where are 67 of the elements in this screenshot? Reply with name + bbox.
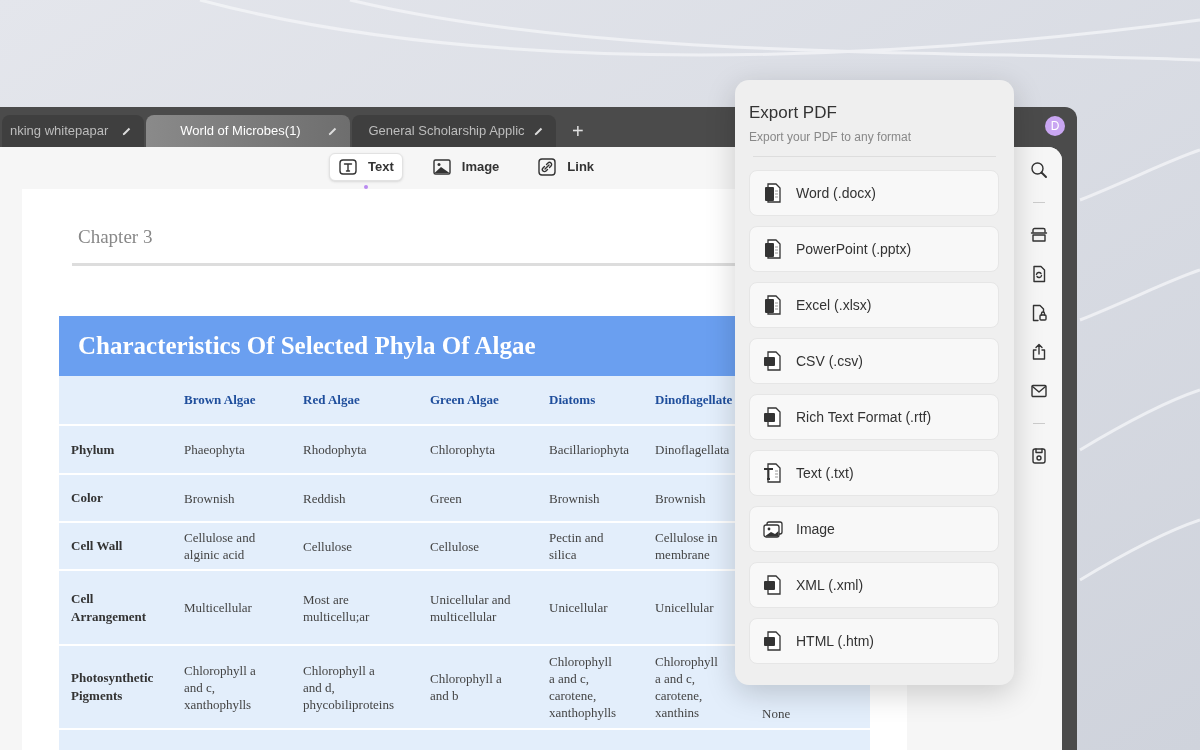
table-cell-text: Unicellular [548, 599, 609, 616]
export-option[interactable]: PowerPoint (.pptx) [749, 226, 999, 272]
table-cell-text: Cellulose and alginic acid [183, 529, 257, 563]
text-file-icon [762, 462, 784, 484]
table-cell-text: Dinoflagellata [654, 441, 731, 458]
table-cell-text: Cellulose [429, 537, 481, 555]
table-cell-text: None [761, 705, 792, 723]
chapter-heading: Chapter 3 [78, 225, 153, 249]
table-cell-text: Pectin and silica [548, 529, 605, 563]
row-label: Color [70, 489, 104, 507]
panel-title: Export PDF [749, 103, 838, 123]
export-option[interactable]: Text (.txt) [749, 450, 999, 496]
edit-tool-button[interactable]: Image [422, 153, 509, 181]
image-icon [762, 518, 784, 540]
table-cell-text: Chlorophyll a and c, carotene, xanthins [654, 653, 719, 721]
pencil-icon[interactable] [327, 125, 338, 137]
export-option[interactable]: Excel (.xlsx) [749, 282, 999, 328]
table-cell-text: Brownish [548, 489, 601, 507]
search-icon[interactable] [1029, 161, 1048, 179]
save-icon[interactable] [1029, 447, 1048, 465]
export-option[interactable]: Word (.docx) [749, 170, 999, 216]
panel-subtitle: Export your PDF to any format [749, 129, 913, 146]
export-option[interactable]: XML (.xml) [749, 562, 999, 608]
export-option[interactable]: CSV (.csv) [749, 338, 999, 384]
table-cell-text: Chlorophyll a and b [429, 670, 503, 704]
row-label: Cell Wall [70, 537, 124, 555]
table-cell-text: Green [429, 489, 463, 507]
export-option[interactable]: Rich Text Format (.rtf) [749, 394, 999, 440]
table-cell-text: Reddish [302, 489, 347, 507]
column-header: Diatoms [548, 391, 597, 410]
column-header: Dinoflagellate [654, 391, 734, 410]
table-cell-text: Cellulose [302, 537, 354, 555]
image-icon [431, 157, 452, 177]
table-cell-text: Chlorophyta [429, 441, 496, 458]
export-option[interactable]: HTML (.htm) [749, 618, 999, 664]
mail-icon[interactable] [1029, 382, 1048, 400]
table-cell-text: Multicellular [183, 599, 253, 616]
table-cell-text: Chlorophyll a and c, xanthophylls [183, 661, 257, 713]
table-cell-text: Brownish [183, 489, 236, 507]
table-cell-text: Bacillariophyta [548, 441, 631, 458]
table-cell-text: Chlorophyll a and d, phycobiliproteins [302, 661, 395, 713]
column-header: Green Algae [429, 391, 500, 410]
edit-tool-button[interactable]: Text [329, 153, 403, 181]
scan-icon[interactable] [1029, 226, 1048, 244]
pencil-icon[interactable] [533, 125, 544, 137]
document-tab[interactable]: World of Microbes(1) [146, 115, 350, 147]
new-tab-button[interactable]: + [572, 121, 584, 141]
row-label: Cell Arrangement [70, 589, 148, 626]
column-header: Brown Algae [183, 391, 257, 410]
document-tab[interactable]: General Scholarship Applic [352, 115, 556, 147]
pencil-icon[interactable] [121, 125, 132, 137]
row-label: Phylum [70, 440, 116, 459]
link-icon [537, 157, 558, 177]
table-cell-text: Cellulose in membrane [654, 529, 719, 563]
table-cell-text: Rhodophyta [302, 441, 368, 458]
export-option[interactable]: Image [749, 506, 999, 552]
document-tab[interactable]: nking whitepapar [2, 115, 144, 147]
table-cell-text: Phaeophyta [183, 441, 246, 458]
table-cell-text: Chlorophyll a and c, carotene, xanthophylls [548, 653, 618, 721]
table-cell-text: Brownish [654, 489, 707, 507]
table-cell-text: Most are multicellu;ar [302, 590, 371, 625]
column-header: Red Algae [302, 391, 361, 410]
row-label: Photosynthetic Pigments [70, 669, 155, 705]
text-icon [338, 157, 358, 177]
edit-tool-button[interactable]: Link [528, 153, 604, 181]
table-cell-text: Unicellular [654, 599, 715, 616]
table-cell-text: Unicellular and multicellular [429, 590, 512, 625]
